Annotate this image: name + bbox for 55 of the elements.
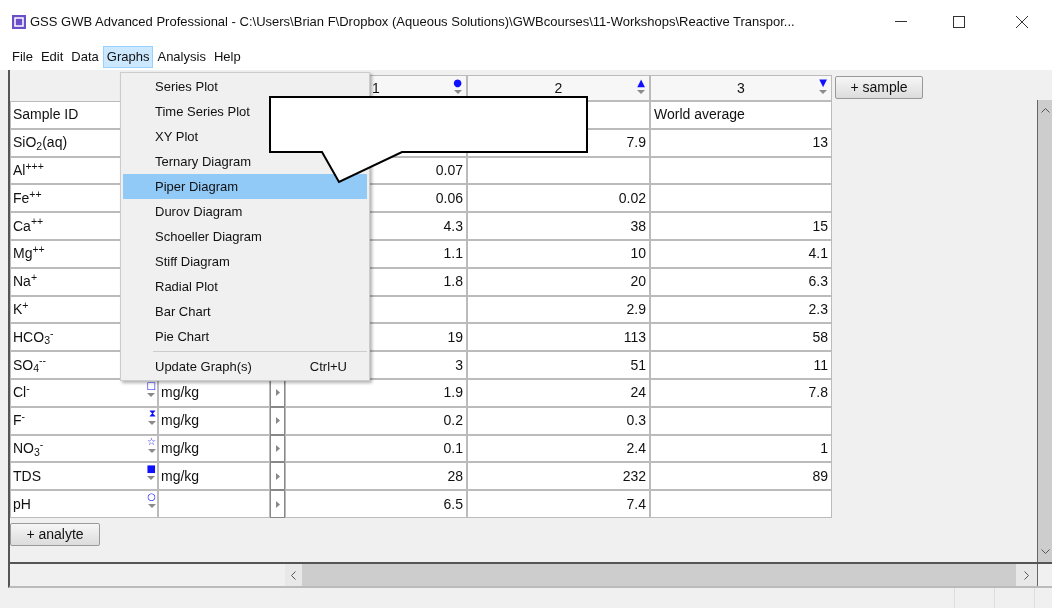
sample-value-cell: 7.8 — [650, 378, 832, 407]
units-cell: mg/kg — [158, 462, 270, 491]
marker-symbol: ■ — [146, 464, 156, 475]
units-cell: mg/kg — [158, 406, 270, 435]
sample-value-cell: 6.3 — [650, 267, 832, 296]
sample-value-cell: 2.3 — [650, 295, 832, 324]
menu-item[interactable]: Analysis — [153, 46, 210, 68]
sample-value-cell: 51 — [467, 351, 650, 379]
marker-symbol: ▼ — [819, 78, 827, 88]
menu-item[interactable]: File — [8, 46, 37, 68]
window-title: GSS GWB Advanced Professional - C:\Users\Brian F\Dropbox (Aqueous Solutions)\GWBcourses\11-Workshops\Reactive Transpor... — [30, 13, 795, 32]
sample-value-cell: 89 — [650, 462, 832, 491]
sample-value-cell: 58 — [650, 323, 832, 352]
sample-value-cell: World average — [650, 101, 832, 129]
sample-value-cell: 24 — [467, 378, 650, 407]
sample-value-cell: 11 — [650, 351, 832, 379]
sample-value-cell: 232 — [467, 462, 650, 491]
sample-value-cell: 15 — [650, 212, 832, 240]
units-cell: mg/kg — [158, 434, 270, 463]
sample-value-cell: 20 — [467, 267, 650, 296]
sample-value-cell: 2.4 — [467, 434, 650, 463]
sample-value-cell: 2.9 — [467, 295, 650, 324]
analyte-name-cell: Cl$^{-}$ □ — [10, 378, 158, 407]
analyte-name-cell: TDS ■ — [10, 462, 158, 491]
add-sample-button[interactable]: + sample — [835, 76, 923, 99]
sample-value-cell: 28 — [285, 462, 467, 491]
sample-value-cell: 38 — [467, 212, 650, 240]
sample-value-cell: 0.3 — [467, 406, 650, 435]
marker-symbol: ☆ — [147, 436, 156, 447]
sample-value-cell: 0.2 — [285, 406, 467, 435]
sample-value-cell: 0.02 — [467, 184, 650, 213]
marker-symbol: ▲ — [637, 78, 645, 88]
sample-value-cell: 4.1 — [650, 240, 832, 268]
add-analyte-button[interactable]: + analyte — [10, 522, 100, 546]
sample-value-cell: 13 — [650, 128, 832, 157]
sample-value-cell: 1 — [650, 434, 832, 463]
analyte-name-cell: pH ○ — [10, 490, 158, 518]
sample-value-cell: 0.1 — [285, 434, 467, 463]
sample-header[interactable]: 2 ▲ — [467, 75, 650, 101]
menu-item[interactable]: Piper Diagram — [123, 174, 367, 199]
sample-value-cell: 6.5 — [285, 490, 467, 518]
analyte-name-cell: F$^{-}$ ⧗ — [10, 406, 158, 435]
menu-item[interactable]: Help — [209, 46, 245, 68]
sample-value-cell: 7.4 — [467, 490, 650, 518]
menu-item[interactable]: Graphs — [102, 46, 154, 68]
menu-item[interactable]: Series Plot — [123, 74, 367, 99]
sample-header[interactable]: 3 ▼ — [650, 75, 832, 101]
sample-value-cell: 113 — [467, 323, 650, 352]
marker-symbol: ⧗ — [148, 408, 156, 419]
menu-item[interactable]: Data — [67, 46, 103, 68]
marker-symbol: □ — [146, 380, 156, 391]
sample-value-cell: 10 — [467, 240, 650, 268]
menu-item[interactable]: Edit — [36, 46, 68, 68]
marker-symbol: ○ — [147, 492, 156, 503]
marker-symbol: ● — [453, 78, 462, 88]
